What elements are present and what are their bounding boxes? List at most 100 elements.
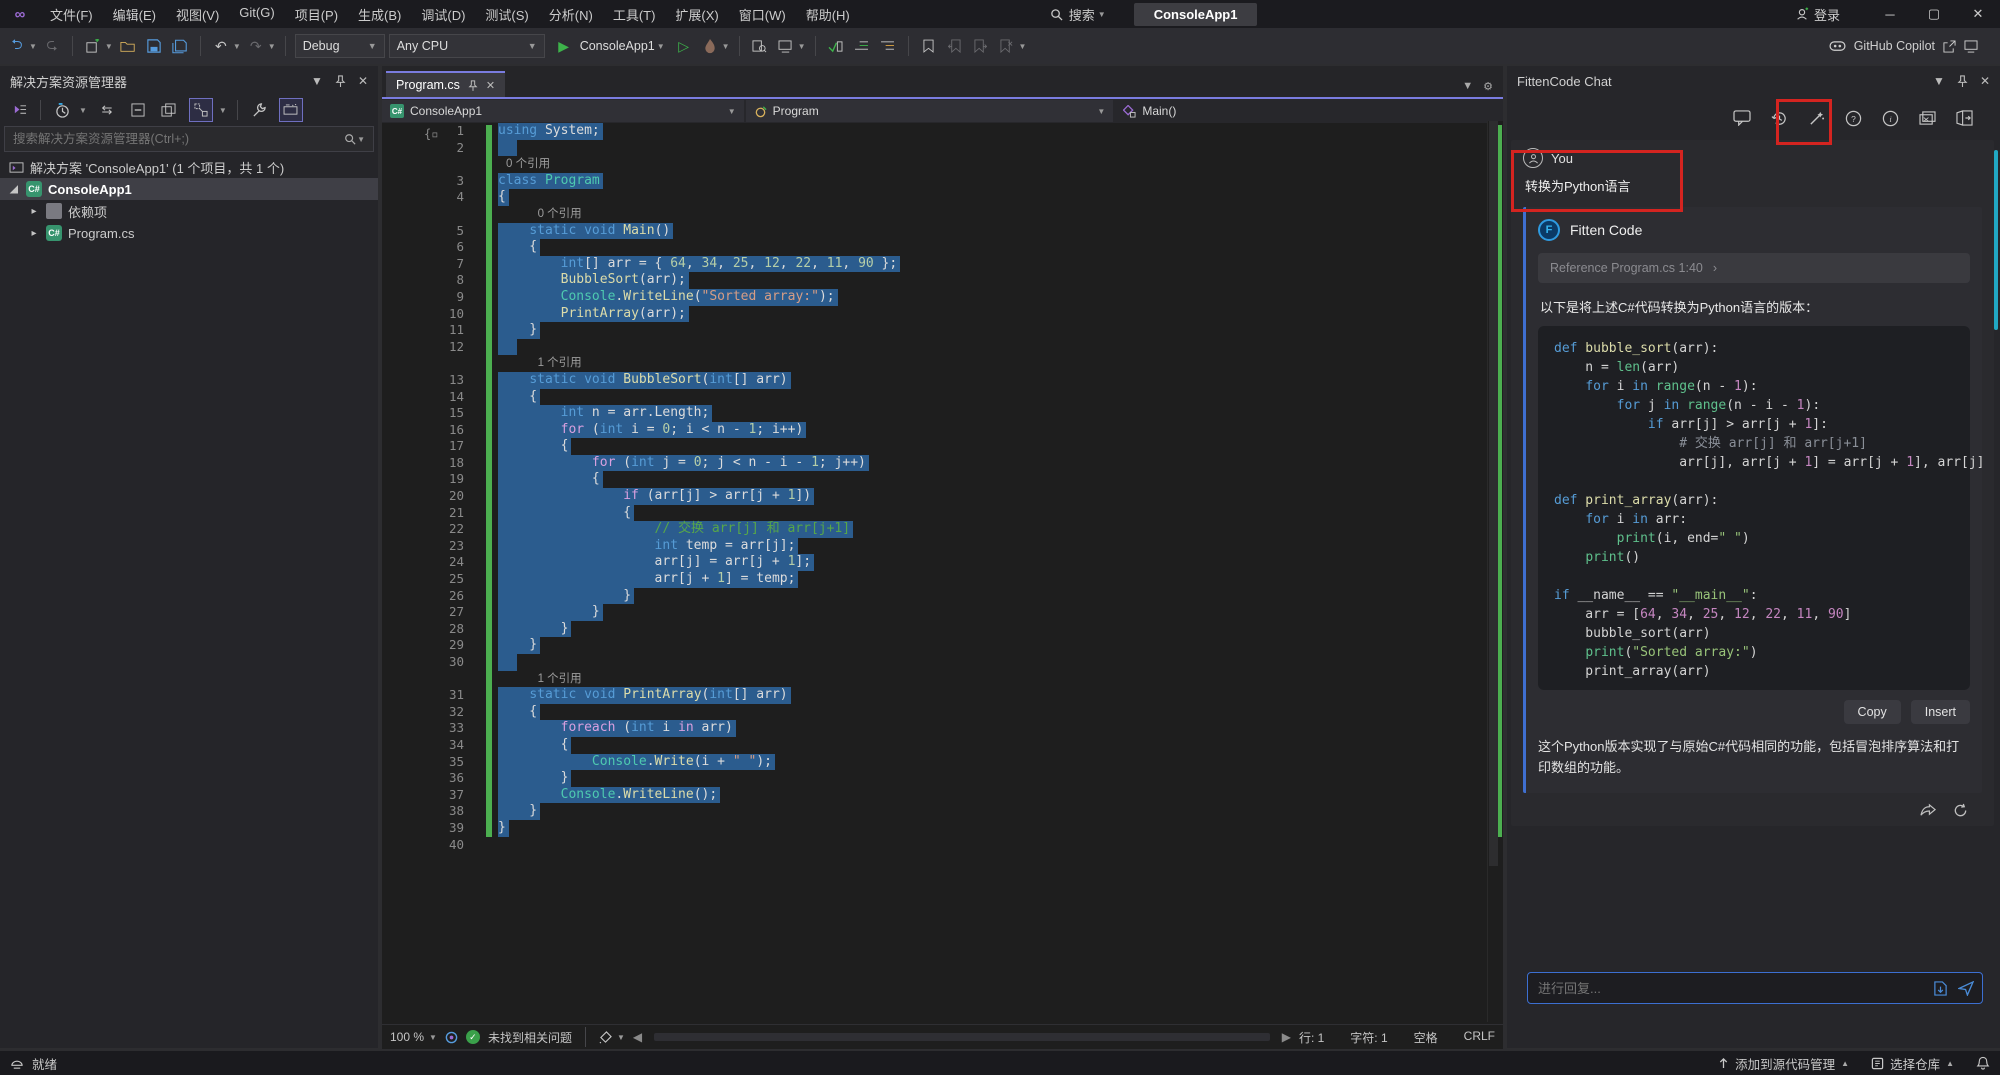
menu-item[interactable]: 项目(P) xyxy=(285,0,348,29)
python-code-block[interactable]: def bubble_sort(arr): n = len(arr) for i… xyxy=(1538,326,1970,690)
navigate-back-icon[interactable]: ⮌ xyxy=(6,35,28,57)
caret-line[interactable]: 行: 1 xyxy=(1299,1029,1324,1046)
platform-dropdown[interactable]: Any CPU▼ xyxy=(389,34,545,58)
code-line[interactable]: 11 } xyxy=(382,322,1503,339)
menu-item[interactable]: 测试(S) xyxy=(475,0,538,29)
pin-icon[interactable] xyxy=(335,75,346,87)
switch-views-icon[interactable] xyxy=(8,99,30,121)
caret-column[interactable]: 字符: 1 xyxy=(1350,1029,1387,1046)
editor-vertical-scrollbar[interactable] xyxy=(1487,121,1503,1022)
properties-icon[interactable] xyxy=(158,99,180,121)
code-line[interactable]: 16⌄ for (int i = 0; i < n - 1; i++) xyxy=(382,422,1503,439)
code-line[interactable]: 27 } xyxy=(382,604,1503,621)
send-icon[interactable] xyxy=(1958,981,1974,996)
sign-in-button[interactable]: 登录 xyxy=(1795,5,1840,24)
tree-item-solution[interactable]: 解决方案 'ConsoleApp1' (1 个项目，共 1 个) xyxy=(0,156,378,178)
redo-icon[interactable]: ↷ xyxy=(245,35,267,57)
code-line[interactable]: 9 Console.WriteLine("Sorted array:"); xyxy=(382,289,1503,306)
code-cleanup-icon[interactable] xyxy=(599,1031,612,1044)
zoom-level[interactable]: 100 % xyxy=(390,1030,424,1044)
exit-icon[interactable] xyxy=(1954,108,1974,128)
code-line[interactable]: 32 { xyxy=(382,704,1503,721)
save-icon[interactable] xyxy=(143,35,165,57)
pin-icon[interactable] xyxy=(1957,75,1968,87)
menu-item[interactable]: 工具(T) xyxy=(603,0,666,29)
collapse-all-icon[interactable] xyxy=(127,99,149,121)
notifications-bell-icon[interactable] xyxy=(1976,1056,1990,1070)
code-line[interactable]: 22 // 交换 arr[j] 和 arr[j+1] xyxy=(382,521,1503,538)
copilot-button[interactable]: GitHub Copilot xyxy=(1829,28,1978,64)
horizontal-scrollbar[interactable] xyxy=(654,1033,1270,1041)
maximize-button[interactable]: ▢ xyxy=(1912,0,1956,28)
codelens-references[interactable]: 0 个引用 xyxy=(498,206,582,223)
code-line[interactable]: 28 } xyxy=(382,621,1503,638)
insert-button[interactable]: Insert xyxy=(1911,700,1970,724)
code-line[interactable]: 6 { xyxy=(382,239,1503,256)
start-debugging-button[interactable]: ▶ ConsoleApp1 ▼ xyxy=(549,35,669,57)
codelens-row[interactable]: 0 个引用 xyxy=(382,206,1503,223)
close-button[interactable]: ✕ xyxy=(1956,0,2000,28)
line-indent-icon[interactable] xyxy=(851,35,873,57)
code-line[interactable]: 36 } xyxy=(382,770,1503,787)
previous-bookmark-icon[interactable] xyxy=(944,35,966,57)
health-indicator-icon[interactable] xyxy=(445,1031,458,1044)
pin-icon[interactable] xyxy=(468,80,478,91)
magic-wand-icon[interactable] xyxy=(1806,108,1826,128)
breadcrumb-type[interactable]: Program ▼ xyxy=(746,100,1114,122)
tree-item-dependencies[interactable]: ▸ 依赖项 xyxy=(0,200,378,222)
hot-reload-icon[interactable] xyxy=(699,35,721,57)
problems-status[interactable]: 未找到相关问题 xyxy=(488,1029,572,1046)
menu-item[interactable]: 分析(N) xyxy=(539,0,603,29)
code-line[interactable]: 29 } xyxy=(382,637,1503,654)
feedback-icon[interactable] xyxy=(1964,40,1978,53)
undo-icon[interactable]: ↶ xyxy=(210,35,232,57)
add-to-source-control-button[interactable]: 添加到源代码管理 ▲ xyxy=(1718,1054,1849,1073)
code-line[interactable]: 38 } xyxy=(382,803,1503,820)
menu-item[interactable]: 调试(D) xyxy=(411,0,475,29)
solution-search-input[interactable] xyxy=(5,132,336,146)
code-line[interactable]: 3⌄class Program xyxy=(382,173,1503,190)
codelens-references[interactable]: 1 个引用 xyxy=(498,355,582,372)
codelens-references[interactable]: 0 个引用 xyxy=(498,156,550,173)
fold-chevron-icon[interactable]: ⌄ xyxy=(464,422,498,439)
code-line[interactable]: 10 PrintArray(arr); xyxy=(382,306,1503,323)
code-line[interactable]: 31⌄ static void PrintArray(int[] arr) xyxy=(382,687,1503,704)
fold-chevron-icon[interactable]: ⌄ xyxy=(464,173,498,190)
scroll-right-icon[interactable]: ▶ xyxy=(1282,1030,1291,1044)
sync-with-active-document-icon[interactable] xyxy=(189,98,213,122)
menu-item[interactable]: 编辑(E) xyxy=(103,0,166,29)
code-line[interactable]: 25 arr[j + 1] = temp; xyxy=(382,571,1503,588)
code-line[interactable]: 2 xyxy=(382,140,1503,157)
find-in-files-icon[interactable] xyxy=(749,35,771,57)
fold-chevron-icon[interactable]: ⌄ xyxy=(464,720,498,737)
search-box[interactable]: 搜索 ▼ xyxy=(1050,5,1106,24)
breadcrumb-member[interactable]: Main() xyxy=(1115,100,1501,122)
start-without-debugging-icon[interactable]: ▷ xyxy=(673,35,695,57)
tree-item-program-cs[interactable]: ▸ C# Program.cs xyxy=(0,222,378,244)
fold-chevron-icon[interactable]: ⌄ xyxy=(464,372,498,389)
new-chat-icon[interactable] xyxy=(1732,108,1752,128)
indentation-mode[interactable]: 空格 xyxy=(1414,1029,1438,1046)
navigate-forward-icon[interactable]: ⮎ xyxy=(41,35,63,57)
next-bookmark-icon[interactable] xyxy=(970,35,992,57)
open-file-icon[interactable] xyxy=(117,35,139,57)
clear-bookmarks-icon[interactable] xyxy=(996,35,1018,57)
code-line[interactable]: 34 { xyxy=(382,737,1503,754)
code-line[interactable]: 39} xyxy=(382,820,1503,837)
chat-reply-input[interactable] xyxy=(1536,980,1933,997)
line-ending[interactable]: CRLF xyxy=(1464,1029,1495,1046)
gear-icon[interactable]: ⚙ xyxy=(1483,80,1493,93)
code-line[interactable]: 17 { xyxy=(382,438,1503,455)
codelens-row[interactable]: 1 个引用 xyxy=(382,355,1503,372)
fold-chevron-icon[interactable]: ⌄ xyxy=(464,223,498,240)
code-line[interactable]: 24 arr[j] = arr[j + 1]; xyxy=(382,554,1503,571)
reference-chip[interactable]: Reference Program.cs 1:40 › xyxy=(1538,253,1970,283)
codelens-references[interactable]: 1 个引用 xyxy=(498,671,582,688)
code-line[interactable]: 12 xyxy=(382,339,1503,356)
code-line[interactable]: 7 int[] arr = { 64, 34, 25, 12, 22, 11, … xyxy=(382,256,1503,273)
close-icon[interactable]: ✕ xyxy=(486,79,495,92)
toggle-bookmark-icon[interactable] xyxy=(918,35,940,57)
menu-item[interactable]: 视图(V) xyxy=(166,0,229,29)
chevron-expanded-icon[interactable]: ◢ xyxy=(8,184,20,195)
code-line[interactable]: 30 xyxy=(382,654,1503,671)
